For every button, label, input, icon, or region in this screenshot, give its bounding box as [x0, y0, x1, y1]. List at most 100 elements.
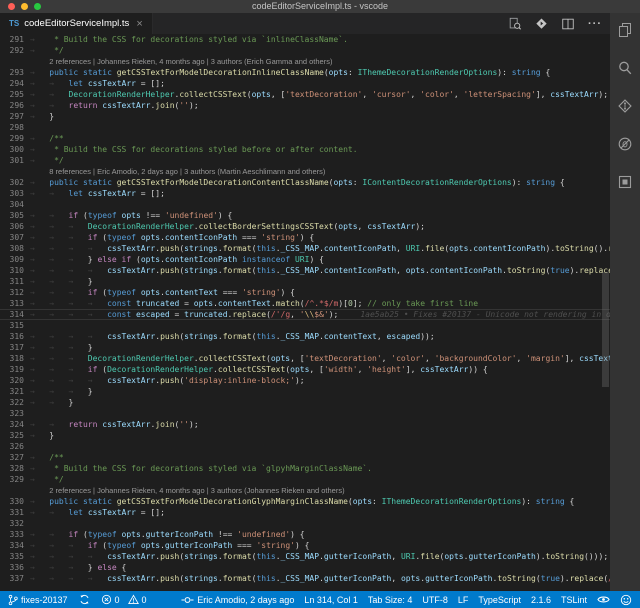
line-number[interactable]: 337: [0, 573, 30, 584]
code-line[interactable]: 296→→return cssTextArr.join('');: [0, 100, 610, 111]
tab-close-icon[interactable]: ×: [136, 18, 142, 30]
code-line[interactable]: 314→→→→const escaped = truncated.replace…: [0, 309, 610, 320]
line-number[interactable]: 319: [0, 364, 30, 375]
cursor-position-status[interactable]: Ln 314, Col 1: [304, 595, 358, 605]
line-number[interactable]: 310: [0, 265, 30, 276]
zoom-window-button[interactable]: [34, 3, 41, 10]
gitlens-icon[interactable]: [535, 17, 548, 30]
line-number[interactable]: 326: [0, 441, 30, 452]
eol-status[interactable]: LF: [458, 595, 469, 605]
split-editor-icon[interactable]: [561, 17, 575, 31]
line-number[interactable]: 323: [0, 408, 30, 419]
codelens-link[interactable]: 2 references | Johannes Rieken, 4 months…: [49, 57, 332, 66]
code-line[interactable]: 337→→→→cssTextArr.push(strings.format(th…: [0, 573, 610, 584]
code-line[interactable]: 293→public static getCSSTextForModelDeco…: [0, 67, 610, 78]
code-line[interactable]: 329→ */: [0, 474, 610, 485]
codelens-row[interactable]: 2 references | Johannes Rieken, 4 months…: [0, 56, 610, 67]
code-line[interactable]: 325→}: [0, 430, 610, 441]
code-line[interactable]: 317→→→}: [0, 342, 610, 353]
language-mode-status[interactable]: TypeScript: [478, 595, 521, 605]
codelens-row[interactable]: 2 references | Johannes Rieken, 4 months…: [0, 485, 610, 496]
code-line[interactable]: 312→→→if (typeof opts.contentText === 's…: [0, 287, 610, 298]
line-number[interactable]: 316: [0, 331, 30, 342]
code-line[interactable]: 307→→→if (typeof opts.contentIconPath ==…: [0, 232, 610, 243]
line-number[interactable]: 302: [0, 177, 30, 188]
code-line[interactable]: 310→→→→cssTextArr.push(strings.format(th…: [0, 265, 610, 276]
line-number[interactable]: 299: [0, 133, 30, 144]
tab-codeEditorServiceImpl[interactable]: TS codeEditorServiceImpl.ts ×: [0, 13, 153, 34]
line-number[interactable]: 306: [0, 221, 30, 232]
close-window-button[interactable]: [8, 3, 15, 10]
line-number[interactable]: 321: [0, 386, 30, 397]
code-line[interactable]: 331→→let cssTextArr = [];: [0, 507, 610, 518]
line-number[interactable]: 330: [0, 496, 30, 507]
code-line[interactable]: 332: [0, 518, 610, 529]
line-number[interactable]: 293: [0, 67, 30, 78]
line-number[interactable]: 292: [0, 45, 30, 56]
line-number[interactable]: 317: [0, 342, 30, 353]
minimize-window-button[interactable]: [21, 3, 28, 10]
line-number[interactable]: 307: [0, 232, 30, 243]
git-branch-status[interactable]: fixes-20137: [8, 594, 68, 606]
tslint-status[interactable]: TSLint: [561, 595, 587, 605]
line-number[interactable]: 327: [0, 452, 30, 463]
explorer-icon[interactable]: [615, 21, 635, 38]
gitlens-blame-status[interactable]: Eric Amodio, 2 days ago: [181, 595, 294, 605]
line-number[interactable]: 291: [0, 34, 30, 45]
code-line[interactable]: 335→→→→cssTextArr.push(strings.format(th…: [0, 551, 610, 562]
tab-size-status[interactable]: Tab Size: 4: [368, 595, 413, 605]
codelens-link[interactable]: 8 references | Eric Amodio, 2 days ago |…: [49, 167, 325, 176]
line-number[interactable]: 328: [0, 463, 30, 474]
code-line[interactable]: 333→→if (typeof opts.gutterIconPath !== …: [0, 529, 610, 540]
code-line[interactable]: 313→→→→const truncated = opts.contentTex…: [0, 298, 610, 309]
line-number[interactable]: 301: [0, 155, 30, 166]
code-line[interactable]: 323: [0, 408, 610, 419]
line-number[interactable]: 315: [0, 320, 30, 331]
more-actions-icon[interactable]: ···: [588, 19, 602, 29]
source-control-icon[interactable]: [615, 97, 635, 114]
line-number[interactable]: 304: [0, 199, 30, 210]
code-line[interactable]: 311→→→}: [0, 276, 610, 287]
line-number[interactable]: 324: [0, 419, 30, 430]
line-number[interactable]: 320: [0, 375, 30, 386]
line-number[interactable]: [0, 485, 30, 496]
line-number[interactable]: 332: [0, 518, 30, 529]
line-number[interactable]: 309: [0, 254, 30, 265]
code-line[interactable]: 305→→if (typeof opts !== 'undefined') {: [0, 210, 610, 221]
search-icon[interactable]: [615, 59, 635, 76]
extensions-icon[interactable]: [615, 173, 635, 190]
code-line[interactable]: 291→ * Build the CSS for decorations sty…: [0, 34, 610, 45]
code-line[interactable]: 327→/**: [0, 452, 610, 463]
encoding-status[interactable]: UTF-8: [422, 595, 448, 605]
code-line[interactable]: 308→→→→cssTextArr.push(strings.format(th…: [0, 243, 610, 254]
line-number[interactable]: 333: [0, 529, 30, 540]
code-line[interactable]: 309→→→} else if (opts.contentIconPath in…: [0, 254, 610, 265]
line-number[interactable]: [0, 56, 30, 67]
codelens-row[interactable]: 8 references | Eric Amodio, 2 days ago |…: [0, 166, 610, 177]
code-line[interactable]: 322→→}: [0, 397, 610, 408]
typescript-version-status[interactable]: 2.1.6: [531, 595, 551, 605]
line-number[interactable]: 322: [0, 397, 30, 408]
code-line[interactable]: 326: [0, 441, 610, 452]
debug-icon[interactable]: [615, 135, 635, 152]
code-line[interactable]: 316→→→→cssTextArr.push(strings.format(th…: [0, 331, 610, 342]
code-line[interactable]: 297→}: [0, 111, 610, 122]
line-number[interactable]: 329: [0, 474, 30, 485]
code-line[interactable]: 298: [0, 122, 610, 133]
line-number[interactable]: 312: [0, 287, 30, 298]
code-line[interactable]: 336→→→} else {: [0, 562, 610, 573]
code-line[interactable]: 330→public static getCSSTextForModelDeco…: [0, 496, 610, 507]
code-line[interactable]: 303→→let cssTextArr = [];: [0, 188, 610, 199]
code-line[interactable]: 295→→DecorationRenderHelper.collectCSSTe…: [0, 89, 610, 100]
sync-button[interactable]: [79, 594, 90, 605]
code-line[interactable]: 292→ */: [0, 45, 610, 56]
line-number[interactable]: 303: [0, 188, 30, 199]
line-number[interactable]: 308: [0, 243, 30, 254]
line-number[interactable]: 335: [0, 551, 30, 562]
code-line[interactable]: 294→→let cssTextArr = [];: [0, 78, 610, 89]
line-number[interactable]: 298: [0, 122, 30, 133]
code-line[interactable]: 300→ * Build the CSS for decorations sty…: [0, 144, 610, 155]
line-number[interactable]: 305: [0, 210, 30, 221]
code-line[interactable]: 299→/**: [0, 133, 610, 144]
feedback-smiley-icon[interactable]: [620, 594, 632, 606]
